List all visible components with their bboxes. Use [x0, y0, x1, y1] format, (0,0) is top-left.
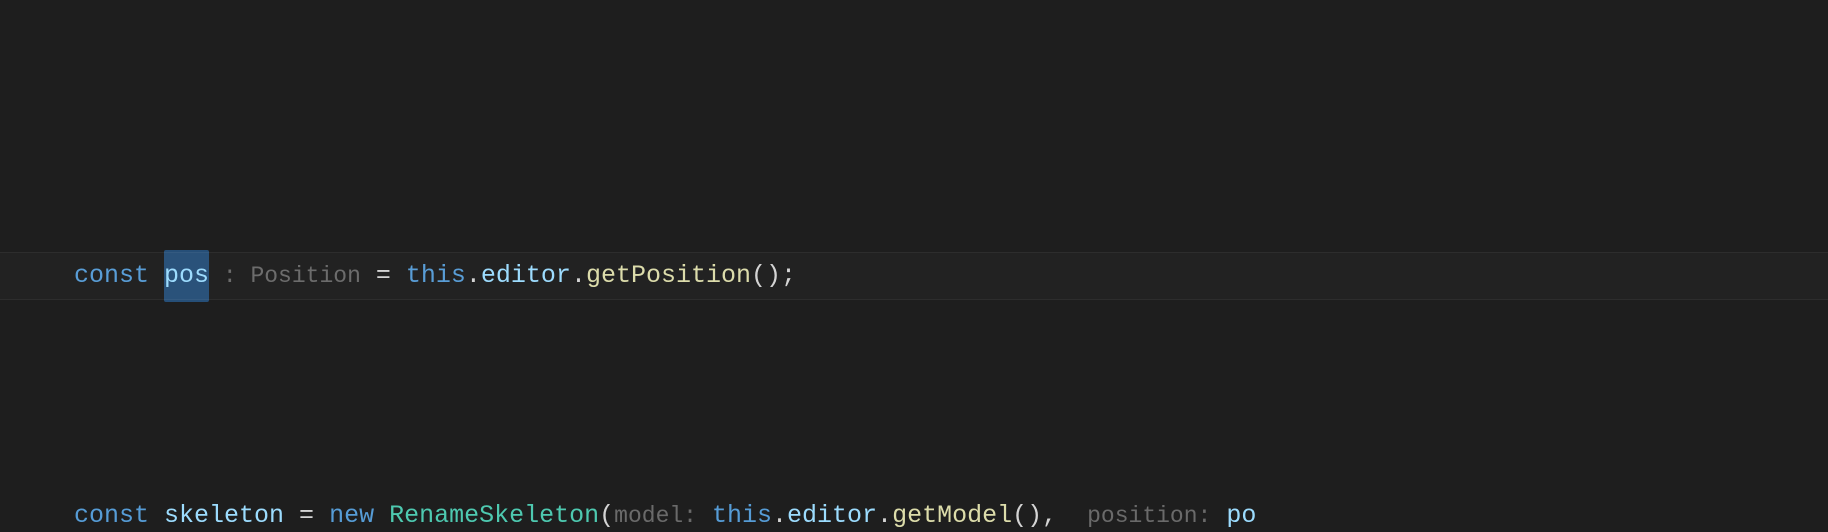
paren-open: ( [599, 492, 614, 532]
variable-pos: pos [164, 261, 209, 290]
method-getModel: getModel [892, 492, 1012, 532]
space [697, 492, 712, 532]
member-editor: editor [787, 492, 877, 532]
dot: . [772, 492, 787, 532]
keyword-const: const [74, 492, 149, 532]
variable-pos-arg: po [1226, 492, 1256, 532]
method-getPosition: getPosition [586, 252, 751, 300]
space [149, 252, 164, 300]
variable-skeleton: skeleton [149, 492, 299, 532]
dot: . [571, 252, 586, 300]
keyword-this: this [712, 492, 772, 532]
call-close: (), [1012, 492, 1087, 532]
operator-eq: = [299, 492, 329, 532]
keyword-new: new [329, 492, 374, 532]
code-editor[interactable]: const pos : Position = this.editor.getPo… [0, 0, 1828, 532]
dot: . [877, 492, 892, 532]
code-line[interactable]: const skeleton = new RenameSkeleton(mode… [0, 492, 1828, 532]
keyword-this: this [406, 252, 466, 300]
inlay-hint-model: model: [614, 492, 697, 532]
member-editor: editor [481, 252, 571, 300]
keyword-const: const [74, 252, 149, 300]
space [374, 492, 389, 532]
operator-eq: = [361, 252, 406, 300]
code-line[interactable]: const pos : Position = this.editor.getPo… [0, 252, 1828, 300]
inlay-hint-position: position: [1087, 492, 1211, 532]
space [1211, 492, 1226, 532]
class-rename-skeleton: RenameSkeleton [389, 492, 599, 532]
call-close: (); [751, 252, 796, 300]
dot: . [466, 252, 481, 300]
inlay-hint-type: : Position [209, 252, 361, 300]
